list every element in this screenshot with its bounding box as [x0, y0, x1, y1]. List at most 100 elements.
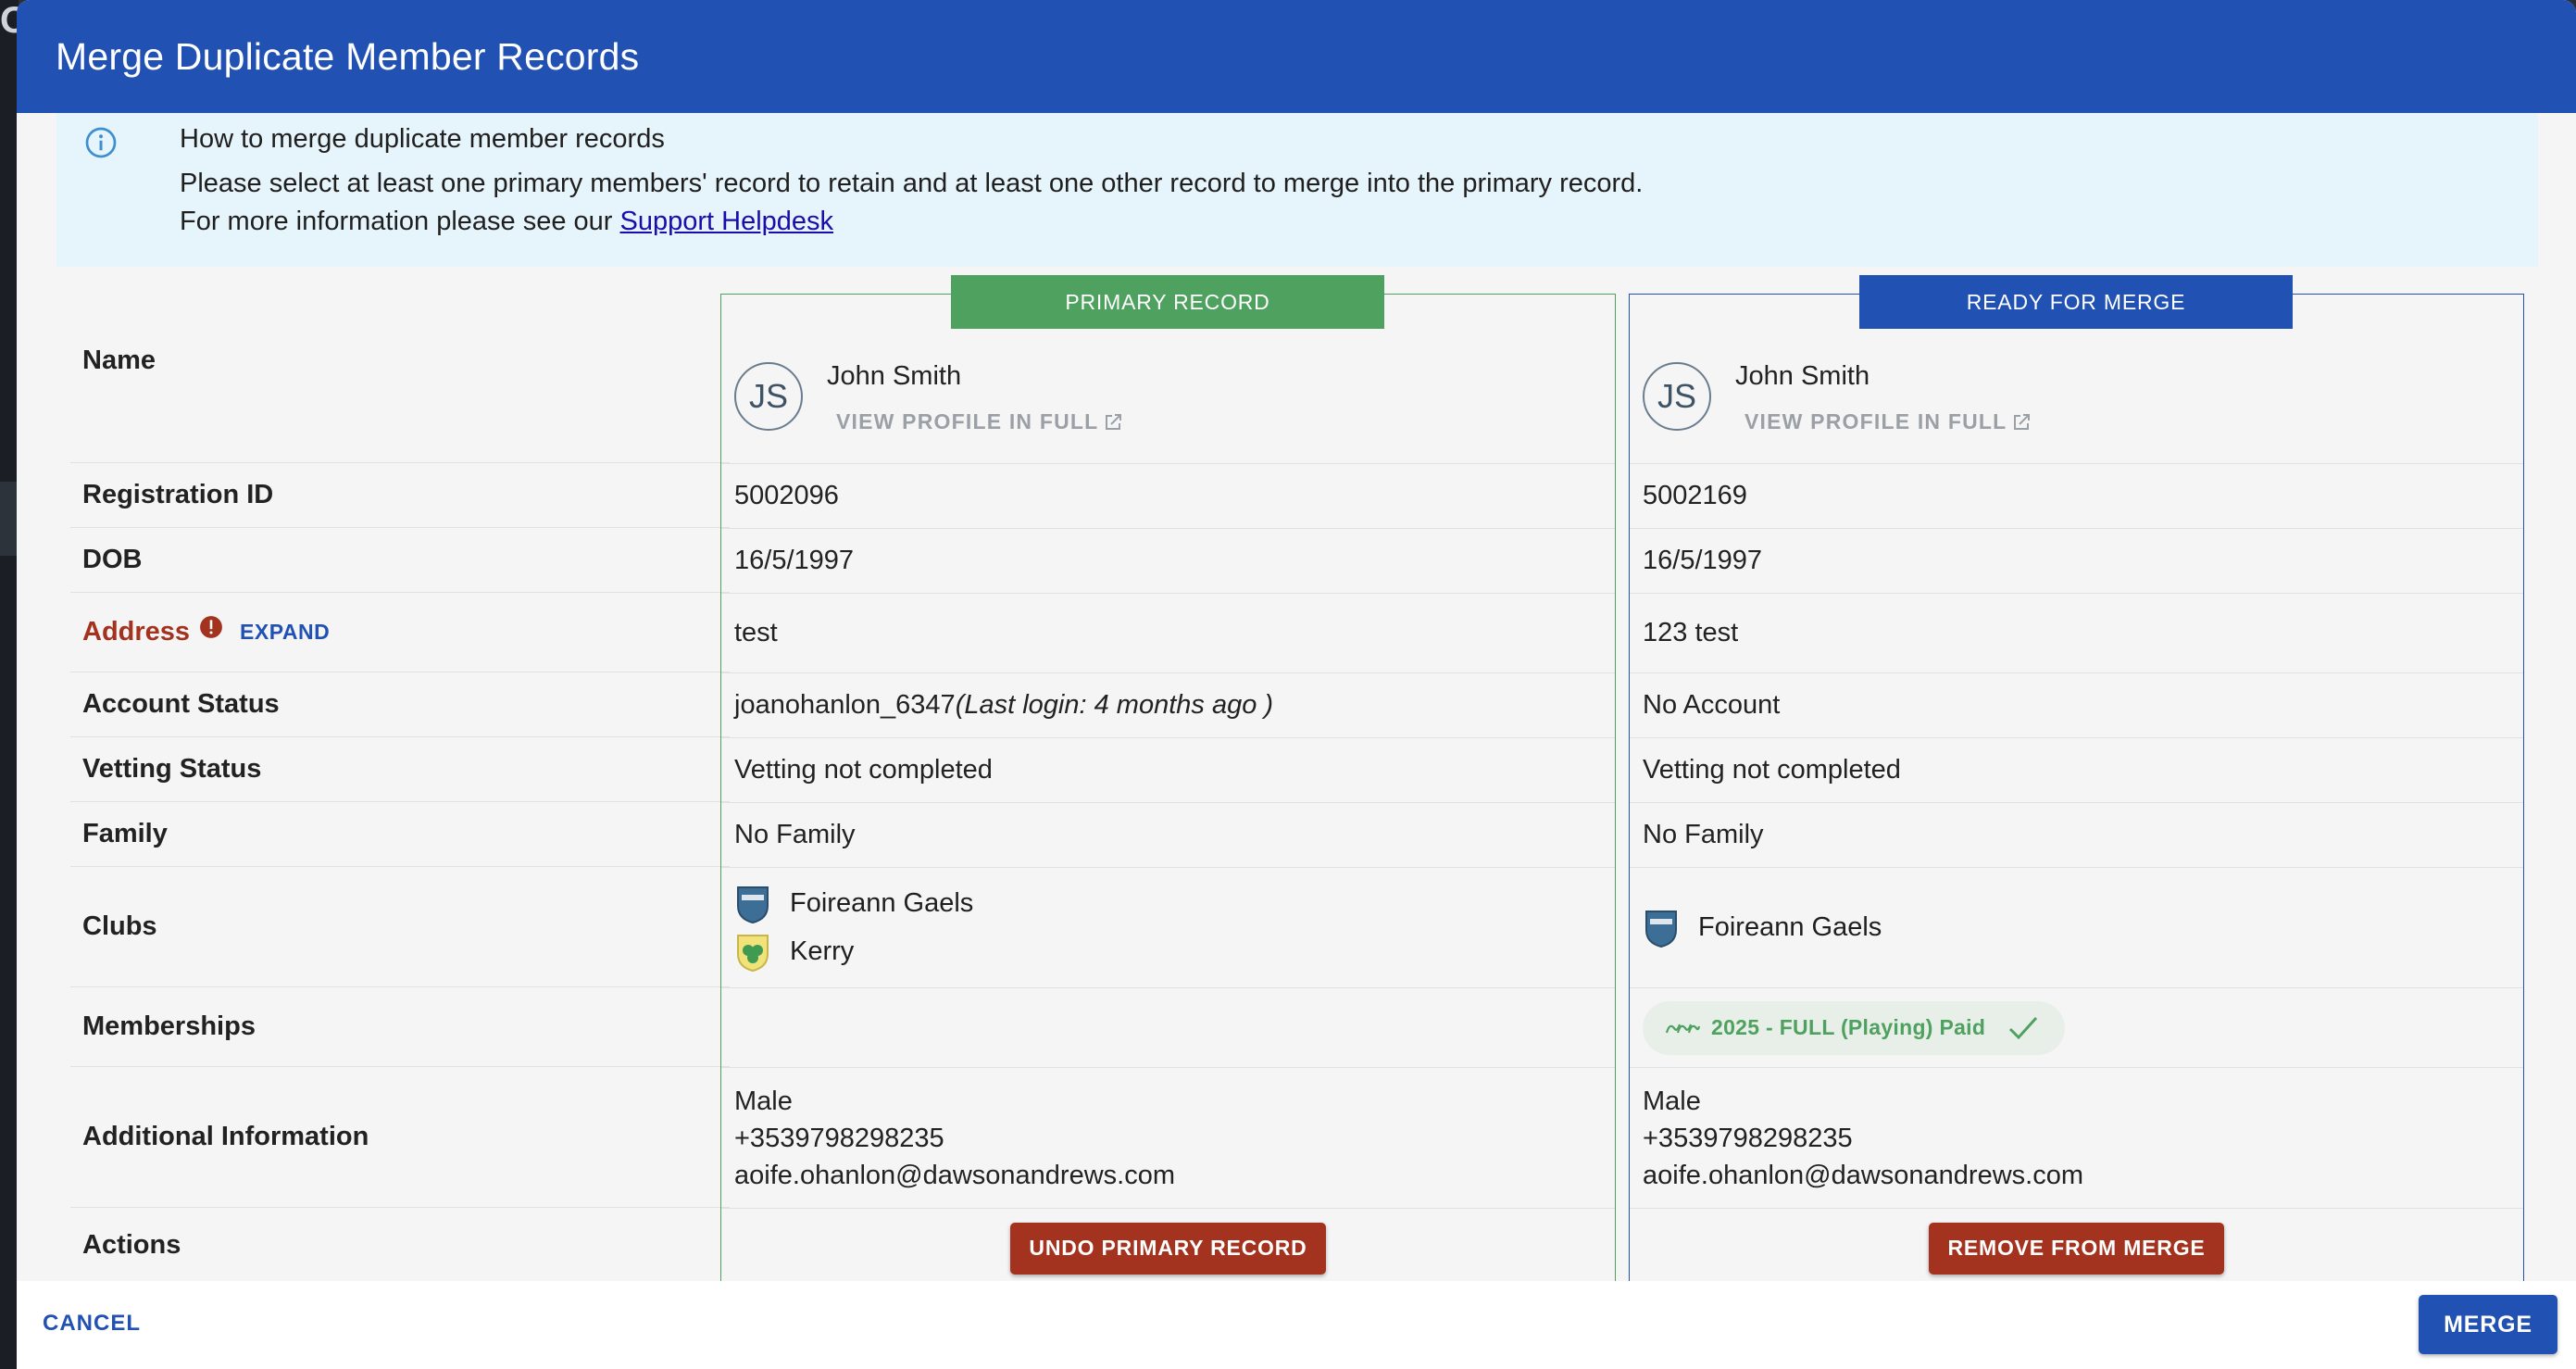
club-name: Foireann Gaels	[1698, 912, 1882, 942]
label-row-dob: DOB	[70, 528, 730, 593]
primary-clubs-row: Foireann Gaels Kerry	[721, 868, 1615, 988]
label-row-name: Name	[70, 278, 730, 463]
label-registration-id: Registration ID	[82, 480, 274, 509]
check-icon	[2009, 1016, 2038, 1039]
foireann-gaels-crest-icon	[1645, 910, 1677, 948]
label-additional-information: Additional Information	[82, 1122, 369, 1151]
merge-dialog: Merge Duplicate Member Records How to me…	[17, 0, 2576, 1369]
label-memberships: Memberships	[82, 1011, 256, 1041]
merge-view-profile-link[interactable]: VIEW PROFILE IN FULL	[1744, 409, 2032, 434]
club-name: Kerry	[790, 936, 855, 966]
club-item: Foireann Gaels	[1643, 908, 1882, 948]
open-external-icon	[2014, 413, 2031, 430]
support-helpdesk-link[interactable]: Support Helpdesk	[620, 207, 834, 236]
merge-dob-row: 16/5/1997	[1630, 529, 2523, 594]
merge-dob: 16/5/1997	[1643, 546, 1763, 575]
info-icon	[85, 127, 117, 158]
label-clubs: Clubs	[82, 911, 157, 941]
cancel-button[interactable]: CANCEL	[43, 1311, 141, 1337]
remove-from-merge-button[interactable]: REMOVE FROM MERGE	[1929, 1222, 2224, 1275]
primary-view-profile-link[interactable]: VIEW PROFILE IN FULL	[836, 409, 1124, 434]
label-row-memberships: Memberships	[70, 987, 730, 1067]
merge-email: aoife.ohanlon@dawsonandrews.com	[1643, 1160, 2084, 1190]
merge-account-status: No Account	[1643, 690, 1781, 720]
avatar: JS	[1643, 362, 1711, 431]
membership-chip: 2025 - FULL (Playing) Paid	[1643, 1000, 2066, 1055]
primary-vetting-row: Vetting not completed	[721, 738, 1615, 803]
merge-memberships-row: 2025 - FULL (Playing) Paid	[1630, 988, 2523, 1068]
merge-additional-info: Male +3539798298235 aoife.ohanlon@dawson…	[1643, 1083, 2083, 1194]
merge-account-row: No Account	[1630, 673, 2523, 738]
primary-additional-row: Male +3539798298235 aoife.ohanlon@dawson…	[721, 1068, 1615, 1209]
merge-actions-row: REMOVE FROM MERGE	[1630, 1209, 2523, 1287]
merge-address: 123 test	[1643, 618, 1739, 647]
primary-address: test	[734, 618, 778, 647]
primary-account-row: joanohanlon_6347(Last login: 4 months ag…	[721, 673, 1615, 738]
merge-record-column: JS John Smith VIEW PROFILE IN FULL 50021…	[1629, 294, 2524, 1369]
label-vetting-status: Vetting Status	[82, 754, 262, 784]
primary-registration-row: 5002096	[721, 464, 1615, 529]
primary-phone: +3539798298235	[734, 1123, 944, 1153]
primary-dob: 16/5/1997	[734, 546, 855, 575]
club-item: Foireann Gaels	[734, 884, 973, 924]
primary-address-row: test	[721, 594, 1615, 673]
info-heading: How to merge duplicate member records	[180, 124, 665, 154]
info-banner: How to merge duplicate member records Pl…	[56, 113, 2538, 267]
address-expand-button[interactable]: EXPAND	[240, 620, 330, 645]
label-dob: DOB	[82, 545, 143, 574]
label-row-registration: Registration ID	[70, 463, 730, 528]
info-line-1: Please select at least one primary membe…	[180, 169, 1644, 198]
primary-email: aoife.ohanlon@dawsonandrews.com	[734, 1160, 1176, 1190]
merge-clubs-row: Foireann Gaels	[1630, 868, 2523, 988]
primary-memberships-row	[721, 988, 1615, 1068]
open-external-icon	[1106, 413, 1122, 430]
address-label-group: Address EXPAND	[82, 615, 330, 647]
merge-vetting-status: Vetting not completed	[1643, 755, 1901, 785]
primary-additional-info: Male +3539798298235 aoife.ohanlon@dawson…	[734, 1083, 1175, 1194]
merge-button[interactable]: MERGE	[2419, 1295, 2557, 1354]
primary-record-tag: PRIMARY RECORD	[951, 275, 1384, 329]
label-family: Family	[82, 819, 168, 848]
backdrop-text-fragment: O	[0, 0, 30, 41]
primary-account-username: joanohanlon_6347	[734, 690, 956, 720]
merge-address-row: 123 test	[1630, 594, 2523, 673]
primary-actions-row: UNDO PRIMARY RECORD	[721, 1209, 1615, 1287]
primary-vetting-status: Vetting not completed	[734, 755, 993, 785]
info-line-2-text: For more information please see our	[180, 207, 620, 236]
merge-member-name: John Smith	[1735, 361, 1870, 391]
primary-last-login: (Last login: 4 months ago )	[955, 690, 1274, 720]
primary-member-name: John Smith	[827, 361, 962, 391]
foireann-gaels-crest-icon	[737, 885, 769, 923]
view-profile-label: VIEW PROFILE IN FULL	[836, 409, 1099, 433]
merge-vetting-row: Vetting not completed	[1630, 738, 2523, 803]
primary-gender: Male	[734, 1086, 793, 1116]
primary-family: No Family	[734, 820, 856, 849]
membership-label: 2025 - FULL (Playing) Paid	[1711, 1015, 1986, 1039]
primary-clubs-list: Foireann Gaels Kerry	[734, 884, 973, 973]
merge-phone: +3539798298235	[1643, 1123, 1853, 1153]
primary-record-column: JS John Smith VIEW PROFILE IN FULL 50020…	[720, 294, 1616, 1369]
label-actions: Actions	[82, 1229, 181, 1260]
ready-for-merge-tag: READY FOR MERGE	[1859, 275, 2293, 329]
merge-family: No Family	[1643, 820, 1764, 849]
label-row-vetting: Vetting Status	[70, 737, 730, 802]
backdrop-bar	[0, 482, 19, 556]
view-profile-label: VIEW PROFILE IN FULL	[1744, 409, 2007, 433]
merge-gender: Male	[1643, 1086, 1701, 1116]
label-row-actions: Actions	[70, 1208, 730, 1282]
label-row-additional: Additional Information	[70, 1067, 730, 1208]
dialog-header: Merge Duplicate Member Records	[17, 0, 2576, 113]
dialog-title: Merge Duplicate Member Records	[56, 34, 640, 78]
primary-family-row: No Family	[721, 803, 1615, 868]
address-conflict-icon	[200, 615, 222, 638]
undo-primary-record-button[interactable]: UNDO PRIMARY RECORD	[1010, 1222, 1326, 1275]
label-address: Address	[82, 617, 191, 647]
primary-account-status: joanohanlon_6347(Last login: 4 months ag…	[734, 690, 1273, 721]
gaa-logo-icon	[1665, 1024, 1700, 1033]
info-line-2: For more information please see our Supp…	[180, 207, 833, 237]
label-row-family: Family	[70, 802, 730, 867]
dialog-footer: CANCEL MERGE	[17, 1281, 2576, 1369]
merge-family-row: No Family	[1630, 803, 2523, 868]
primary-dob-row: 16/5/1997	[721, 529, 1615, 594]
label-account-status: Account Status	[82, 689, 280, 719]
